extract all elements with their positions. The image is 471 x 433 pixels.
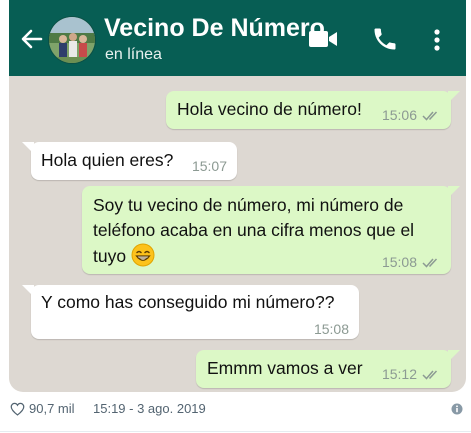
double-check-icon	[422, 370, 438, 380]
phone-icon[interactable]	[371, 25, 399, 53]
divider	[0, 431, 471, 432]
message-bubble-outgoing[interactable]: Soy tu vecino de número, mi número de te…	[82, 186, 460, 275]
message-meta: 15:12	[382, 362, 441, 387]
message-text: Hola quien eres?	[41, 150, 174, 170]
message-time: 15:06	[381, 107, 417, 123]
tweet-footer: 90,7 mil 15:19 - 3 ago. 2019	[9, 400, 466, 422]
back-arrow-icon[interactable]	[19, 26, 45, 52]
message-time: 15:12	[381, 366, 417, 382]
message-text: Y como has conseguido mi número??	[41, 292, 335, 312]
video-call-icon[interactable]	[308, 28, 338, 50]
message-meta: 15:07	[192, 154, 227, 179]
avatar[interactable]	[48, 16, 96, 64]
message-text-line: Soy tu vecino de número, mi número de	[93, 195, 404, 215]
bubble-tail	[448, 350, 460, 362]
double-check-icon	[422, 111, 438, 121]
message-meta: 15:08	[314, 317, 349, 342]
message-text: Emmm vamos a ver	[207, 358, 363, 378]
message-text-line-last: tuyo	[93, 243, 155, 269]
bubble-tail	[448, 91, 460, 103]
heart-icon[interactable]	[10, 402, 25, 416]
message-meta: 15:08	[382, 250, 441, 275]
message-time: 15:08	[381, 254, 417, 270]
message-text-line: teléfono acaba en una cifra menos que el	[93, 220, 415, 240]
info-icon[interactable]	[451, 403, 463, 415]
chat-screenshot: Vecino De Número en línea Hola vecino de…	[9, 0, 466, 392]
message-time: 15:07	[191, 158, 227, 174]
message-text-line: tuyo	[93, 246, 127, 266]
message-bubble-outgoing[interactable]: Hola vecino de número! 15:06	[166, 91, 460, 129]
tweet-timestamp[interactable]: 15:19 - 3 ago. 2019	[93, 401, 206, 416]
grinning-face-with-smiling-eyes-icon	[131, 243, 155, 267]
message-bubble-incoming[interactable]: Y como has conseguido mi número?? 15:08	[22, 285, 359, 342]
message-text: Hola vecino de número!	[177, 99, 362, 119]
contact-name[interactable]: Vecino De Número	[104, 14, 325, 43]
contact-status: en línea	[105, 46, 162, 63]
bubble-tail	[22, 142, 34, 154]
bubble-tail	[448, 186, 460, 198]
chat-header: Vecino De Número en línea	[9, 0, 466, 76]
bubble-tail	[22, 285, 34, 297]
message-bubble-outgoing[interactable]: Emmm vamos a ver 15:12	[196, 350, 460, 388]
double-check-icon	[422, 258, 438, 268]
like-count[interactable]: 90,7 mil	[29, 401, 75, 416]
message-bubble-incoming[interactable]: Hola quien eres? 15:07	[22, 142, 237, 180]
message-time: 15:08	[313, 321, 349, 337]
message-meta: 15:06	[382, 103, 441, 128]
more-options-icon[interactable]	[427, 26, 447, 54]
